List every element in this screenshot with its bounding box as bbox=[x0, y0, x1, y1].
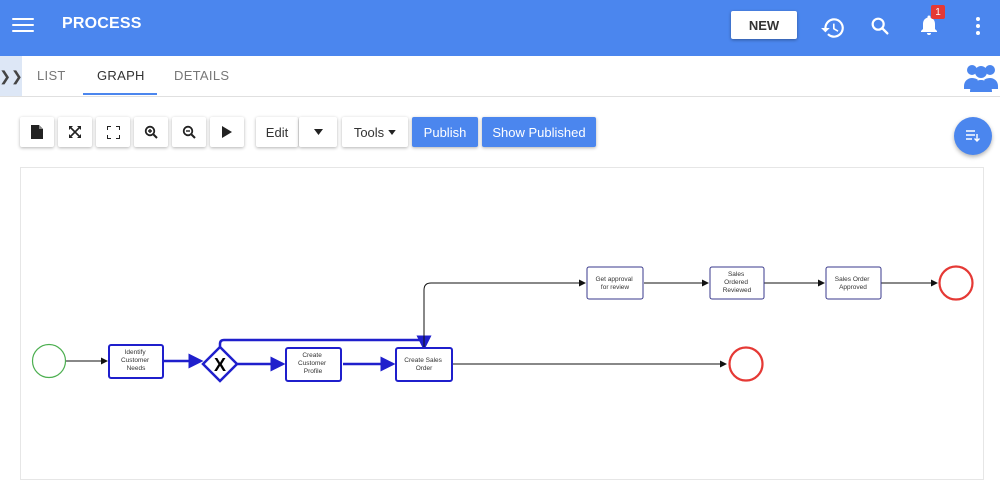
more-vert-icon[interactable] bbox=[969, 14, 987, 38]
expand-icon bbox=[69, 126, 81, 138]
task-get-approval[interactable]: Get approval for review bbox=[586, 266, 644, 300]
zoom-out-button[interactable] bbox=[172, 117, 206, 147]
svg-text:Get approval for revie: Get approval for review bbox=[595, 276, 634, 291]
task-label-line: Profile bbox=[304, 368, 323, 375]
start-event[interactable] bbox=[31, 343, 67, 379]
fullscreen-button[interactable] bbox=[96, 117, 130, 147]
publish-button[interactable]: Publish bbox=[412, 117, 478, 147]
task-label-line: Customer bbox=[121, 357, 150, 364]
filter-list-button[interactable] bbox=[954, 117, 992, 155]
team-icon[interactable] bbox=[964, 62, 998, 92]
active-tab-indicator bbox=[83, 93, 157, 95]
zoom-in-icon bbox=[144, 125, 158, 139]
top-app-bar: PROCESS NEW 1 bbox=[0, 0, 1000, 56]
task-label-line: Identify bbox=[125, 349, 147, 356]
task-label-line: Reviewed bbox=[723, 287, 752, 294]
end-event-2[interactable] bbox=[938, 265, 974, 301]
task-label-line: Approved bbox=[839, 284, 867, 291]
process-graph-canvas[interactable]: X Identify Customer Needs Create Custome… bbox=[20, 167, 984, 480]
fullscreen-icon bbox=[106, 125, 120, 139]
menu-icon[interactable] bbox=[12, 14, 34, 36]
notification-badge: 1 bbox=[931, 5, 945, 19]
tab-graph[interactable]: GRAPH bbox=[97, 68, 145, 83]
diagram-edges bbox=[66, 279, 938, 372]
history-icon[interactable] bbox=[820, 15, 846, 41]
task-label-line: Order bbox=[416, 365, 433, 372]
caret-down-icon bbox=[313, 129, 323, 135]
search-icon[interactable] bbox=[869, 15, 891, 37]
new-file-button[interactable] bbox=[20, 117, 54, 147]
edge-salesorder-approval bbox=[423, 279, 586, 348]
zoom-in-button[interactable] bbox=[134, 117, 168, 147]
task-label-line: Needs bbox=[127, 365, 147, 372]
task-create-sales-order[interactable]: Create Sales Order bbox=[395, 347, 453, 382]
task-label-line: Create Sales bbox=[404, 357, 442, 364]
play-button[interactable] bbox=[210, 117, 244, 147]
task-sales-ordered-reviewed[interactable]: Sales Ordered Reviewed bbox=[709, 266, 765, 300]
exclusive-gateway[interactable]: X bbox=[201, 345, 239, 383]
sidebar-expand-icon[interactable]: ❯❯ bbox=[0, 56, 23, 96]
edge-gateway-salesorder-top bbox=[218, 335, 432, 351]
gateway-label: X bbox=[214, 355, 226, 375]
end-event-1[interactable] bbox=[728, 346, 764, 382]
task-create-customer-profile[interactable]: Create Customer Profile bbox=[285, 347, 342, 382]
caret-down-icon bbox=[388, 129, 396, 135]
zoom-out-icon bbox=[182, 125, 196, 139]
new-button[interactable]: NEW bbox=[731, 11, 797, 39]
tab-list[interactable]: LIST bbox=[37, 68, 66, 83]
task-label-line: Get approval bbox=[595, 276, 633, 283]
task-label-line: Create bbox=[302, 352, 322, 359]
tools-label: Tools bbox=[353, 124, 385, 140]
page-title: PROCESS bbox=[62, 15, 142, 32]
task-label-line: Sales bbox=[728, 271, 745, 278]
svg-text:Sales Order Approved: Sales Order Approved bbox=[835, 276, 872, 291]
process-diagram: X Identify Customer Needs Create Custome… bbox=[31, 265, 974, 383]
task-label-line: Ordered bbox=[724, 279, 748, 286]
task-label-line: for review bbox=[601, 284, 629, 291]
tools-dropdown-button[interactable]: Tools bbox=[342, 117, 408, 147]
fit-button[interactable] bbox=[58, 117, 92, 147]
show-published-button[interactable]: Show Published bbox=[482, 117, 596, 147]
tab-details[interactable]: DETAILS bbox=[174, 68, 229, 83]
play-icon bbox=[222, 126, 232, 138]
task-label-line: Sales Order bbox=[835, 276, 871, 283]
tab-bar: ❯❯ LIST GRAPH DETAILS bbox=[0, 56, 1000, 97]
filter-list-icon bbox=[966, 130, 980, 142]
edit-dropdown-button[interactable] bbox=[299, 117, 337, 147]
task-label-line: Customer bbox=[298, 360, 327, 367]
task-sales-order-approved[interactable]: Sales Order Approved bbox=[825, 266, 882, 300]
edit-button[interactable]: Edit bbox=[256, 117, 298, 147]
task-identify-customer-needs[interactable]: Identify Customer Needs bbox=[108, 344, 164, 379]
file-icon bbox=[31, 125, 43, 139]
